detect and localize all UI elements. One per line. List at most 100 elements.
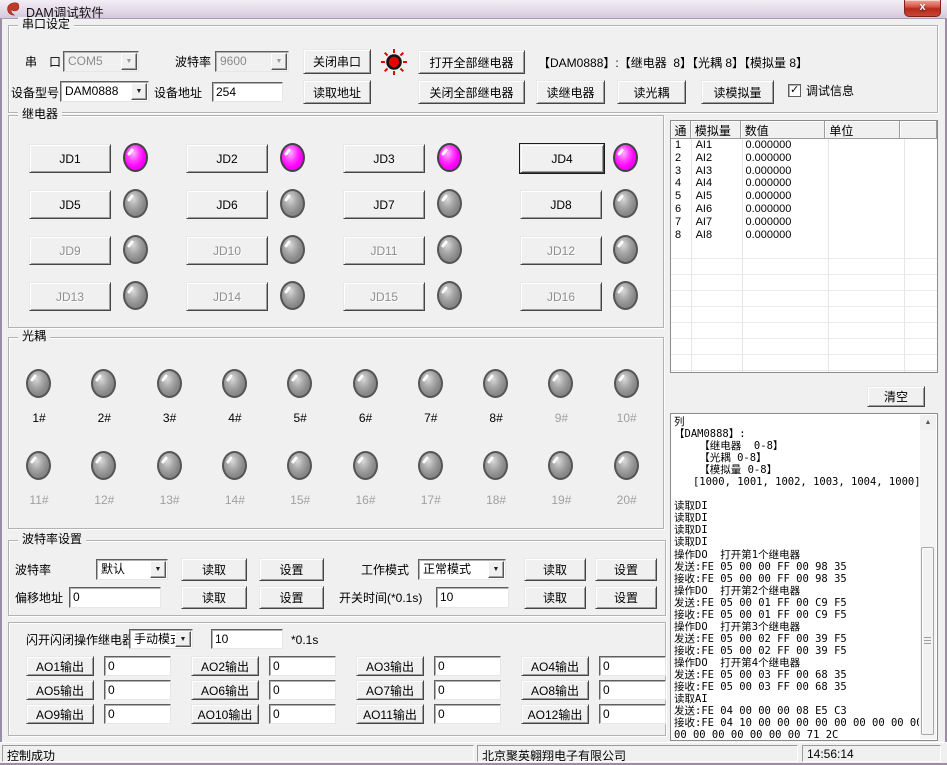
offset-input[interactable]: 0 [69, 587, 161, 608]
relay-button-jd2[interactable]: JD2 [186, 144, 268, 173]
table-row[interactable]: 3AI30.000000 [671, 165, 937, 178]
relay-button-jd6[interactable]: JD6 [186, 190, 268, 219]
ao-output-button-7[interactable]: AO7输出 [356, 680, 424, 700]
read-relay-button[interactable]: 读继电器 [536, 80, 605, 104]
ao-output-button-2[interactable]: AO2输出 [191, 656, 259, 676]
port-select[interactable]: COM5 ▼ [63, 51, 139, 72]
ao-output-button-3[interactable]: AO3输出 [356, 656, 424, 676]
table-row[interactable]: 2AI20.000000 [671, 152, 937, 165]
read-analog-button[interactable]: 读模拟量 [701, 80, 774, 104]
ao-output-input-2[interactable]: 0 [269, 656, 336, 676]
switch-time-set-button[interactable]: 设置 [595, 586, 657, 609]
close-all-relays-button[interactable]: 关闭全部继电器 [418, 80, 525, 104]
ao-output-input-9[interactable]: 0 [104, 704, 171, 724]
title-bar[interactable]: DAM调试软件 x [0, 0, 947, 19]
table-row[interactable]: 6AI60.000000 [671, 203, 937, 216]
baudrate-select[interactable]: 9600 ▼ [215, 51, 289, 72]
open-all-relays-button[interactable]: 打开全部继电器 [418, 50, 525, 74]
relay-button-jd14[interactable]: JD14 [186, 282, 268, 311]
model-select[interactable]: DAM0888 ▼ [60, 81, 149, 102]
close-port-button[interactable]: 关闭串口 [303, 49, 371, 74]
flash-label: 闪开闪闭操作继电器 [26, 633, 134, 648]
close-button[interactable]: x [904, 0, 941, 17]
table-row[interactable]: 1AI10.000000 [671, 139, 937, 152]
ao-output-input-12[interactable]: 0 [599, 704, 666, 724]
relay-button-jd4[interactable]: JD4 [520, 144, 604, 173]
opto-label-10: 10# [601, 411, 653, 425]
work-mode-set-button[interactable]: 设置 [595, 558, 657, 581]
work-mode-select[interactable]: 正常模式 ▼ [418, 559, 506, 580]
table-row[interactable]: 7AI70.000000 [671, 216, 937, 229]
relay-button-jd5[interactable]: JD5 [29, 190, 111, 219]
debug-checkbox[interactable] [788, 84, 801, 97]
relay-button-jd15[interactable]: JD15 [343, 282, 425, 311]
opto-label-16: 16# [340, 493, 392, 507]
log-panel[interactable]: 列 【DAM0888】: 【继电器 0-8】 【光耦 0-8】 【模拟量 0-8… [670, 413, 938, 741]
address-input[interactable]: 254 [212, 82, 283, 102]
switch-time-read-button[interactable]: 读取 [524, 586, 586, 609]
clear-button[interactable]: 清空 [867, 386, 925, 407]
switch-time-input[interactable]: 10 [436, 587, 509, 608]
header-cell[interactable]: 数值 [741, 121, 826, 139]
ao-output-button-11[interactable]: AO11输出 [356, 704, 424, 724]
ao-output-input-3[interactable]: 0 [434, 656, 501, 676]
header-cell[interactable]: 模拟量 [691, 121, 741, 139]
log-scrollbar[interactable]: ▲ [920, 415, 936, 739]
ao-output-input-10[interactable]: 0 [269, 704, 336, 724]
relay-button-jd12[interactable]: JD12 [520, 236, 602, 265]
table-cell [900, 216, 937, 229]
relay-button-jd1[interactable]: JD1 [29, 144, 111, 173]
table-row[interactable]: 8AI80.000000 [671, 229, 937, 242]
offset-read-button[interactable]: 读取 [181, 586, 247, 609]
relay-button-jd11[interactable]: JD11 [343, 236, 425, 265]
relay-button-jd9[interactable]: JD9 [29, 236, 111, 265]
header-cell[interactable] [900, 121, 937, 139]
read-opto-button[interactable]: 读光耦 [617, 80, 686, 104]
header-cell[interactable]: 单位 [825, 121, 900, 139]
address-label: 设备地址 [154, 86, 202, 101]
table-row[interactable]: 4AI40.000000 [671, 177, 937, 190]
relay-button-jd10[interactable]: JD10 [186, 236, 268, 265]
ao-output-input-7[interactable]: 0 [434, 680, 501, 700]
table-cell [900, 203, 937, 216]
relay-button-jd8[interactable]: JD8 [520, 190, 602, 219]
ao-output-button-4[interactable]: AO4输出 [521, 656, 589, 676]
ao-output-button-10[interactable]: AO10输出 [191, 704, 259, 724]
relay-button-jd16[interactable]: JD16 [520, 282, 602, 311]
baud-set-select[interactable]: 默认 ▼ [96, 559, 168, 580]
ao-output-input-1[interactable]: 0 [104, 656, 171, 676]
baud-read-button[interactable]: 读取 [181, 558, 247, 581]
ao-output-button-1[interactable]: AO1输出 [26, 656, 94, 676]
ao-output-button-5[interactable]: AO5输出 [26, 680, 94, 700]
flash-time-unit: *0.1s [291, 633, 318, 648]
table-row[interactable]: 5AI50.000000 [671, 190, 937, 203]
ao-output-button-6[interactable]: AO6输出 [191, 680, 259, 700]
ao-output-input-6[interactable]: 0 [269, 680, 336, 700]
scroll-thumb[interactable] [921, 547, 934, 735]
device-summary: 【DAM0888】:【继电器 8】【光耦 8】【模拟量 8】 [538, 56, 808, 71]
opto-label-11: 11# [13, 493, 65, 507]
relay-button-jd13[interactable]: JD13 [29, 282, 111, 311]
baud-set-button[interactable]: 设置 [259, 558, 324, 581]
relay-led-jd13 [123, 281, 148, 310]
flash-time-input[interactable]: 10 [211, 629, 283, 649]
relay-button-jd7[interactable]: JD7 [343, 190, 425, 219]
opto-led-13 [157, 451, 182, 480]
opto-label-3: 3# [144, 411, 196, 425]
scroll-up-arrow[interactable]: ▲ [920, 415, 936, 430]
header-cell[interactable]: 通 [671, 121, 691, 139]
work-mode-read-button[interactable]: 读取 [524, 558, 586, 581]
offset-set-button[interactable]: 设置 [259, 586, 324, 609]
ao-output-button-9[interactable]: AO9输出 [26, 704, 94, 724]
ao-output-button-12[interactable]: AO12输出 [521, 704, 589, 724]
flash-mode-select[interactable]: 手动模式 ▼ [129, 629, 193, 649]
ao-output-input-5[interactable]: 0 [104, 680, 171, 700]
ao-output-input-4[interactable]: 0 [599, 656, 666, 676]
ao-output-input-8[interactable]: 0 [599, 680, 666, 700]
ao-output-input-11[interactable]: 0 [434, 704, 501, 724]
relay-led-jd15 [437, 281, 462, 310]
ao-output-button-8[interactable]: AO8输出 [521, 680, 589, 700]
relay-button-jd3[interactable]: JD3 [343, 144, 425, 173]
opto-label-1: 1# [13, 411, 65, 425]
read-address-button[interactable]: 读取地址 [303, 80, 371, 104]
